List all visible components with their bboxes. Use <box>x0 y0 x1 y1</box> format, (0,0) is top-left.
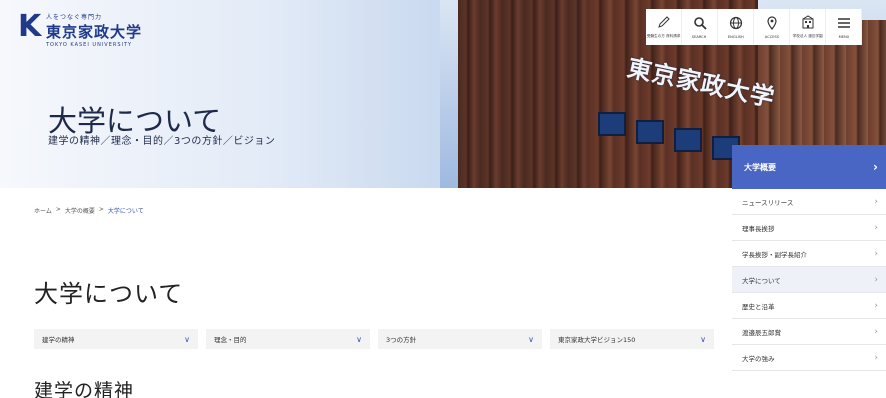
side-nav-item-chairman-greeting[interactable]: 理事長挨拶 › <box>732 215 886 241</box>
chevron-down-icon: ∨ <box>700 334 706 344</box>
tab-vision-150[interactable]: 東京家政大学ビジョン150 ∨ <box>550 329 714 349</box>
side-nav: 大学概要 › ニュースリリース › 理事長挨拶 › 学長挨拶・副学長紹介 › 大… <box>732 145 886 398</box>
breadcrumb-separator: > <box>98 206 104 213</box>
side-nav-item-label: ニュースリリース <box>742 198 794 207</box>
side-nav-item-about[interactable]: 大学について › <box>732 267 886 293</box>
breadcrumb-home[interactable]: ホーム <box>34 206 52 215</box>
logo-k-icon: K <box>18 9 42 44</box>
side-nav-item-strengths[interactable]: 大学の強み › <box>732 345 886 371</box>
side-nav-item-label: 理事長挨拶 <box>742 224 775 233</box>
building-window <box>636 120 664 144</box>
chevron-right-icon: › <box>874 248 878 259</box>
chevron-right-icon: › <box>874 222 878 233</box>
tab-three-policies[interactable]: 3つの方針 ∨ <box>378 329 542 349</box>
request-materials-label: 受験生の方 資料請求 <box>646 33 681 38</box>
site-logo[interactable]: K 人をつなぐ専門力 東京家政大学 TOKYO KASEI UNIVERSITY <box>18 9 143 49</box>
access-label: ACCESS <box>764 33 779 39</box>
globe-icon <box>729 16 743 32</box>
tab-philosophy-purpose[interactable]: 理念・目的 ∨ <box>206 329 370 349</box>
school-corporation-button[interactable]: 学校法人 渡辺学園 <box>790 9 826 45</box>
search-button[interactable]: SEARCH <box>682 9 718 45</box>
chevron-right-icon: › <box>874 196 878 207</box>
pencil-icon <box>657 15 671 31</box>
section-title: 建学の精神 <box>34 380 135 398</box>
side-nav-item-president-greeting[interactable]: 学長挨拶・副学長紹介 › <box>732 241 886 267</box>
chevron-right-icon: › <box>874 300 878 311</box>
search-icon <box>693 16 707 32</box>
english-label: ENGLISH <box>727 33 744 39</box>
chevron-right-icon: › <box>874 352 878 363</box>
page: 東京家政大学 K 人をつなぐ専門力 東京家政大学 TOKYO KASEI UNI… <box>0 0 886 398</box>
side-nav-head[interactable]: 大学概要 › <box>732 145 886 189</box>
hero-subtitle: 建学の精神／理念・目的／3つの方針／ビジョン <box>48 136 276 147</box>
chevron-right-icon: › <box>873 160 878 174</box>
building-window <box>598 112 626 136</box>
request-materials-button[interactable]: 受験生の方 資料請求 <box>646 9 682 45</box>
side-nav-item-label: 大学について <box>742 276 781 285</box>
school-building-icon <box>801 15 815 31</box>
access-button[interactable]: ACCESS <box>754 9 790 45</box>
side-nav-item-news-release[interactable]: ニュースリリース › <box>732 189 886 215</box>
menu-label: MENU <box>838 33 849 39</box>
chevron-right-icon: › <box>874 326 878 337</box>
side-nav-item-label: 大学の強み <box>742 354 775 363</box>
page-title: 大学について <box>34 280 184 308</box>
tab-label: 3つの方針 <box>386 336 417 344</box>
side-nav-item-watanabe-award[interactable]: 渡邉辰五郎賞 › <box>732 319 886 345</box>
header-toolbar: 受験生の方 資料請求 SEARCH ENGLISH ACCESS 学校法人 渡辺… <box>646 9 862 45</box>
search-label: SEARCH <box>692 33 707 39</box>
side-nav-item-label: 歴史と沿革 <box>742 302 775 311</box>
side-nav-item-history[interactable]: 歴史と沿革 › <box>732 293 886 319</box>
side-nav-head-label: 大学概要 <box>744 162 776 172</box>
building-window <box>674 128 702 152</box>
side-nav-item-label: 学長挨拶・副学長紹介 <box>742 250 807 259</box>
tab-label: 理念・目的 <box>214 336 247 344</box>
chevron-right-icon: › <box>874 274 878 285</box>
chevron-down-icon: ∨ <box>528 334 534 344</box>
location-pin-icon <box>765 15 779 32</box>
menu-button[interactable]: MENU <box>826 9 862 45</box>
tab-label: 東京家政大学ビジョン150 <box>558 336 636 344</box>
breadcrumb-current: 大学について <box>107 208 144 215</box>
side-nav-item-label: 渡邉辰五郎賞 <box>742 328 781 337</box>
section-tabs: 建学の精神 ∨ 理念・目的 ∨ 3つの方針 ∨ 東京家政大学ビジョン150 ∨ <box>34 329 714 349</box>
menu-icon <box>837 16 851 32</box>
logo-tagline: 人をつなぐ専門力 <box>46 14 103 21</box>
school-corporation-label: 学校法人 渡辺学園 <box>792 33 823 38</box>
tab-founding-spirit[interactable]: 建学の精神 ∨ <box>34 329 198 349</box>
chevron-down-icon: ∨ <box>356 334 362 344</box>
tab-label: 建学の精神 <box>42 336 75 344</box>
logo-name: 東京家政大学 <box>46 23 143 41</box>
breadcrumb: ホーム > 大学の概要 > 大学について <box>34 206 144 215</box>
breadcrumb-parent[interactable]: 大学の概要 <box>65 206 95 215</box>
breadcrumb-separator: > <box>55 206 61 213</box>
chevron-down-icon: ∨ <box>184 334 190 344</box>
english-button[interactable]: ENGLISH <box>718 9 754 45</box>
logo-name-en: TOKYO KASEI UNIVERSITY <box>46 42 133 48</box>
